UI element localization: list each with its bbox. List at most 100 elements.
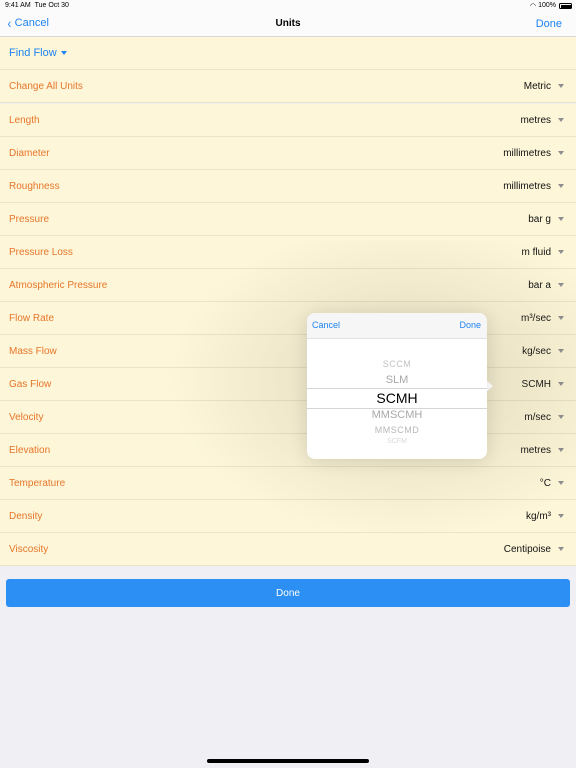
caret-down-icon [558,349,564,353]
unit-row-length[interactable]: Length metres [0,104,576,137]
unit-label: Gas Flow [9,378,52,390]
unit-row-temperature[interactable]: Temperature °C [0,467,576,500]
caret-down-icon [558,316,564,320]
unit-value[interactable]: Centipoise [504,533,564,565]
unit-label: Roughness [9,180,60,192]
picker-option[interactable]: SLM [307,374,487,386]
done-button[interactable]: Done [6,579,570,607]
unit-selected: bar g [528,213,551,225]
picker-cancel-button[interactable]: Cancel [312,320,340,330]
battery-percent: 100% [538,2,556,9]
unit-selected: °C [539,477,551,489]
unit-value[interactable]: bar g [528,203,564,235]
caret-down-icon [558,514,564,518]
unit-selected: metres [520,444,551,456]
unit-row-density[interactable]: Density kg/m³ [0,500,576,533]
caret-down-icon [558,84,564,88]
caret-down-icon [558,283,564,287]
unit-selected: kg/m³ [526,510,551,522]
unit-row-velocity[interactable]: Velocity m/sec [0,401,576,434]
picker-done-button[interactable]: Done [459,320,481,330]
caret-down-icon [558,217,564,221]
unit-row-flow-rate[interactable]: Flow Rate m³/sec [0,302,576,335]
caret-down-icon [558,118,564,122]
unit-selected: millimetres [503,180,551,192]
picker-selection-top-line [307,388,487,389]
unit-label: Elevation [9,444,51,456]
unit-label: Diameter [9,147,50,159]
find-flow-row[interactable]: Find Flow [0,37,576,70]
popover-arrow [486,380,493,392]
unit-value[interactable]: metres [520,434,564,466]
change-all-units-selected: Metric [523,80,551,92]
unit-selected: Centipoise [503,543,551,555]
status-bar: 9:41 AM Tue Oct 30 ◠ 100% [0,0,576,12]
picker-option[interactable]: SCFM [307,438,487,445]
unit-picker-popover: Cancel Done SCCM SLM SCMH MMSCMH MMSCMD … [307,313,487,459]
unit-selected: millimetres [503,147,551,159]
caret-down-icon [558,382,564,386]
unit-selected: metres [520,114,551,126]
unit-value[interactable]: kg/sec [522,335,564,367]
caret-down-icon [558,151,564,155]
unit-selected: m/sec [524,411,551,423]
find-flow-dropdown[interactable]: Find Flow [9,47,67,59]
change-all-units-value[interactable]: Metric [524,70,564,102]
unit-picker-wheel[interactable]: SCCM SLM SCMH MMSCMH MMSCMD SCFM [307,339,487,459]
picker-option[interactable]: MMSCMH [307,409,487,421]
navigation-bar: ‹ Cancel Units Done [0,12,576,37]
unit-value[interactable]: m/sec [524,401,564,433]
picker-header: Cancel Done [307,313,487,339]
page-title: Units [275,18,301,29]
wifi-icon: ◠ [529,3,536,10]
unit-value[interactable]: metres [520,104,564,136]
unit-label: Density [9,510,43,522]
unit-label: Flow Rate [9,312,55,324]
unit-selected: kg/sec [522,345,551,357]
unit-row-diameter[interactable]: Diameter millimetres [0,137,576,170]
unit-row-elevation[interactable]: Elevation metres [0,434,576,467]
unit-selected: bar a [528,279,551,291]
caret-down-icon [558,481,564,485]
unit-value[interactable]: °C [540,467,564,499]
caret-down-icon [558,250,564,254]
caret-down-icon [558,448,564,452]
status-time: 9:41 AM Tue Oct 30 [5,2,69,9]
unit-row-pressure[interactable]: Pressure bar g [0,203,576,236]
unit-value[interactable]: kg/m³ [526,500,564,532]
unit-row-roughness[interactable]: Roughness millimetres [0,170,576,203]
unit-value[interactable]: bar a [528,269,564,301]
caret-down-icon [60,51,67,55]
unit-value[interactable]: m fluid [522,236,564,268]
unit-label: Temperature [9,477,66,489]
unit-value[interactable]: millimetres [503,170,564,202]
picker-option-selected[interactable]: SCMH [307,390,487,406]
unit-label: Pressure [9,213,50,225]
change-all-units-row[interactable]: Change All Units Metric [0,70,576,103]
nav-done-button[interactable]: Done [536,18,562,30]
battery-icon [559,3,572,9]
unit-selected: m fluid [521,246,551,258]
home-indicator [207,759,369,763]
unit-label: Velocity [9,411,44,423]
unit-row-atmospheric-pressure[interactable]: Atmospheric Pressure bar a [0,269,576,302]
caret-down-icon [558,415,564,419]
unit-row-mass-flow[interactable]: Mass Flow kg/sec [0,335,576,368]
unit-label: Mass Flow [9,345,57,357]
unit-label: Length [9,114,40,126]
unit-row-viscosity[interactable]: Viscosity Centipoise [0,533,576,566]
find-flow-label: Find Flow [9,47,57,59]
unit-label: Atmospheric Pressure [9,279,108,291]
picker-option[interactable]: MMSCMD [307,425,487,435]
unit-row-pressure-loss[interactable]: Pressure Loss m fluid [0,236,576,269]
unit-value[interactable]: SCMH [522,368,564,400]
unit-selected: SCMH [521,378,551,390]
top-section: Find Flow Change All Units Metric [0,37,576,103]
unit-value[interactable]: m³/sec [521,302,564,334]
unit-selected: m³/sec [521,312,551,324]
unit-value[interactable]: millimetres [503,137,564,169]
units-list: Length metres Diameter millimetres Roughne… [0,104,576,566]
picker-option[interactable]: SCCM [307,359,487,369]
unit-label: Pressure Loss [9,246,73,258]
caret-down-icon [558,184,564,188]
